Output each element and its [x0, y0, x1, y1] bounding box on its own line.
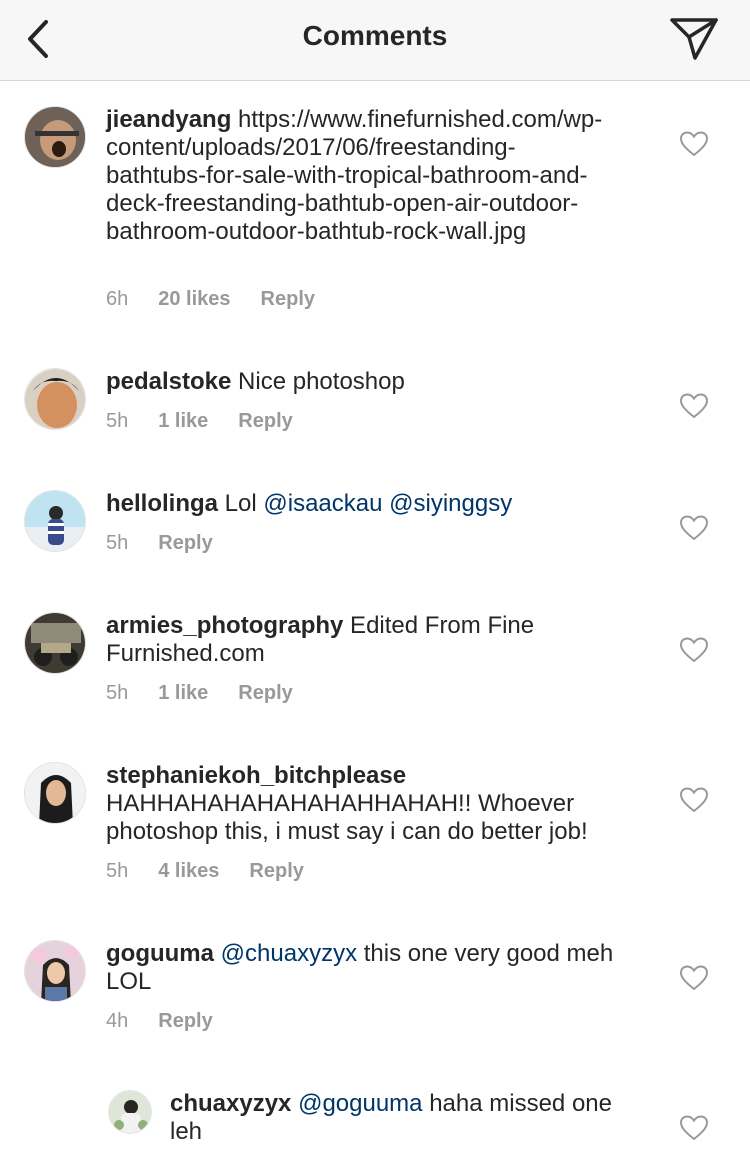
avatar[interactable]	[24, 762, 86, 824]
avatar[interactable]	[24, 106, 86, 168]
reply-button[interactable]: Reply	[238, 682, 292, 704]
likes-count[interactable]: 4 likes	[158, 860, 219, 882]
comment-meta: 6h 20 likes Reply	[106, 288, 345, 311]
comment-body: Nice photoshop	[231, 368, 405, 395]
comment-body: Lol	[218, 490, 264, 517]
mention-link[interactable]: @chuaxyzyx	[221, 940, 357, 967]
comment-username[interactable]: hellolinga	[106, 490, 218, 517]
likes-count[interactable]: 1 like	[158, 682, 208, 704]
comment-text: chuaxyzyx @goguuma haha missed one leh	[170, 1090, 640, 1146]
reply-button[interactable]: Reply	[261, 288, 315, 310]
reply-button[interactable]: Reply	[238, 410, 292, 432]
comment-username[interactable]: armies_photography	[106, 612, 343, 639]
comment-time: 4h	[106, 1010, 129, 1032]
avatar-image	[25, 941, 85, 1001]
avatar-image	[25, 613, 85, 673]
page-title: Comments	[302, 20, 448, 51]
heart-icon[interactable]	[680, 637, 708, 663]
comment-body: HAHHAHAHAHAHAHAHHAHAH!! Whoever photosho…	[106, 790, 588, 845]
reply-button[interactable]: Reply	[249, 860, 303, 882]
heart-icon[interactable]	[680, 515, 708, 541]
reply-button[interactable]: Reply	[158, 532, 212, 554]
comment-username[interactable]: pedalstoke	[106, 368, 231, 395]
avatar-image	[25, 763, 85, 823]
comment-text: stephaniekoh_bitchplease HAHHAHAHAHAHAHAH…	[106, 762, 646, 846]
comment-meta: 5h Reply	[106, 532, 243, 555]
comment-meta: 5h 1 like Reply	[106, 682, 323, 705]
mention-link[interactable]: @isaackau	[263, 490, 382, 517]
comment-text: goguuma @chuaxyzyx this one very good me…	[106, 940, 646, 996]
mention-link[interactable]: @goguuma	[298, 1090, 422, 1117]
top-bar: Comments	[0, 0, 750, 81]
comment-text: armies_photography Edited From Fine Furn…	[106, 612, 586, 668]
comment-time: 5h	[106, 410, 129, 432]
heart-icon[interactable]	[680, 131, 708, 157]
comment-username[interactable]: chuaxyzyx	[170, 1090, 291, 1117]
avatar-image	[25, 369, 85, 429]
avatar-image	[25, 107, 85, 167]
comment-time: 5h	[106, 860, 129, 882]
avatar[interactable]	[24, 490, 86, 552]
heart-icon[interactable]	[680, 1115, 708, 1141]
likes-count[interactable]: 1 like	[158, 410, 208, 432]
avatar[interactable]	[24, 612, 86, 674]
comment-text: jieandyang https://www.finefurnished.com…	[106, 106, 606, 246]
comment-time: 6h	[106, 288, 129, 310]
comment-username[interactable]: jieandyang	[106, 106, 231, 133]
comment-username[interactable]: stephaniekoh_bitchplease	[106, 762, 646, 790]
avatar[interactable]	[24, 368, 86, 430]
heart-icon[interactable]	[680, 393, 708, 419]
paper-plane-icon	[670, 18, 718, 60]
mention-link[interactable]: @siyinggsy	[389, 490, 512, 517]
avatar[interactable]	[108, 1090, 152, 1134]
share-button[interactable]	[666, 14, 722, 64]
comment-meta: 5h 1 like Reply	[106, 410, 323, 433]
likes-count[interactable]: 20 likes	[158, 288, 230, 310]
comment-meta: 4h Reply	[106, 1010, 243, 1033]
avatar-image	[25, 491, 85, 551]
heart-icon[interactable]	[680, 965, 708, 991]
comment-text: pedalstoke Nice photoshop	[106, 368, 646, 396]
avatar[interactable]	[24, 940, 86, 1002]
comment-meta: 5h 4 likes Reply	[106, 860, 334, 883]
reply-button[interactable]: Reply	[158, 1010, 212, 1032]
comment-text: hellolinga Lol @isaackau @siyinggsy	[106, 490, 646, 518]
comment-username[interactable]: goguuma	[106, 940, 214, 967]
heart-icon[interactable]	[680, 787, 708, 813]
comment-time: 5h	[106, 532, 129, 554]
avatar-image	[109, 1091, 151, 1133]
comment-time: 5h	[106, 682, 129, 704]
